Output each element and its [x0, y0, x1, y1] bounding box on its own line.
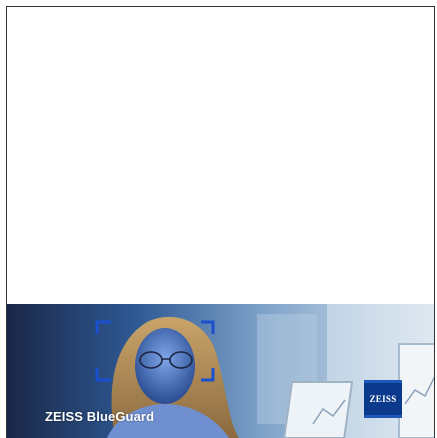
logo-text: ZEISS: [369, 394, 397, 404]
content-frame: ZEISS BlueGuard ZEISS: [6, 6, 435, 438]
product-name: ZEISS BlueGuard: [45, 409, 155, 424]
promo-banner[interactable]: ZEISS BlueGuard ZEISS: [7, 304, 434, 438]
zeiss-logo-icon: ZEISS: [364, 380, 402, 418]
monitor-right: [398, 343, 434, 438]
monitor-left: [283, 381, 354, 438]
